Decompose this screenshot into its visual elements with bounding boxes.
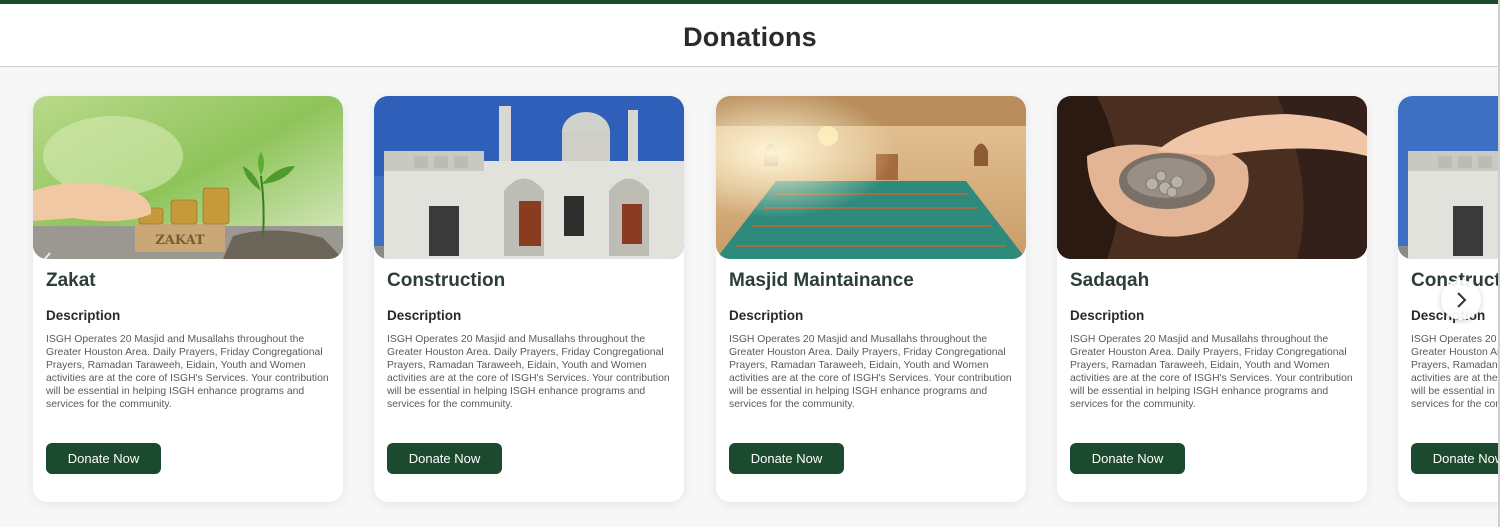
page-header: Donations <box>0 4 1500 67</box>
carousel-prev-button[interactable] <box>38 249 56 271</box>
card-description: ISGH Operates 20 Masjid and Musallahs th… <box>729 334 1012 410</box>
donation-card-masjid-maintainance: Masjid Maintainance Description ISGH Ope… <box>716 96 1026 502</box>
donate-now-button[interactable]: Donate Now <box>1411 443 1500 474</box>
carousel-next-button[interactable] <box>1441 280 1481 320</box>
sadaqah-image <box>1057 96 1367 259</box>
donation-card-construction: Construction Description ISGH Operates 2… <box>374 96 684 502</box>
card-description: ISGH Operates 20 Masjid and Musallahs th… <box>1070 334 1353 410</box>
construction-image <box>1398 96 1500 259</box>
donation-card-zakat: ZAKAT Zakat Description ISGH Operates 20… <box>33 96 343 502</box>
donation-carousel[interactable]: ZAKAT Zakat Description ISGH Operates 20… <box>0 67 1500 527</box>
zakat-block-text: ZAKAT <box>155 233 205 248</box>
donate-now-button[interactable]: Donate Now <box>729 443 844 474</box>
chevron-right-icon <box>1457 292 1467 308</box>
donate-now-button[interactable]: Donate Now <box>1070 443 1185 474</box>
card-description: ISGH Operates 20 Masjid and Musallahs th… <box>1411 334 1500 410</box>
masjid-interior-image <box>716 96 1026 259</box>
page-title: Donations <box>683 22 817 52</box>
card-title: Sadaqah <box>1070 270 1150 291</box>
donate-now-button[interactable]: Donate Now <box>46 443 161 474</box>
card-description: ISGH Operates 20 Masjid and Musallahs th… <box>387 334 670 410</box>
card-title: Zakat <box>46 270 96 291</box>
card-description-label: Description <box>387 308 462 323</box>
card-title: Masjid Maintainance <box>729 270 914 291</box>
card-description-label: Description <box>729 308 804 323</box>
chevron-left-icon <box>42 252 51 268</box>
zakat-image: ZAKAT <box>33 96 343 259</box>
card-title: Construction <box>387 270 506 291</box>
donate-now-button[interactable]: Donate Now <box>387 443 502 474</box>
donation-card-sadaqah: Sadaqah Description ISGH Operates 20 Mas… <box>1057 96 1367 502</box>
card-description: ISGH Operates 20 Masjid and Musallahs th… <box>46 334 329 410</box>
construction-image <box>374 96 684 259</box>
card-description-label: Description <box>1070 308 1145 323</box>
card-description-label: Description <box>46 308 121 323</box>
